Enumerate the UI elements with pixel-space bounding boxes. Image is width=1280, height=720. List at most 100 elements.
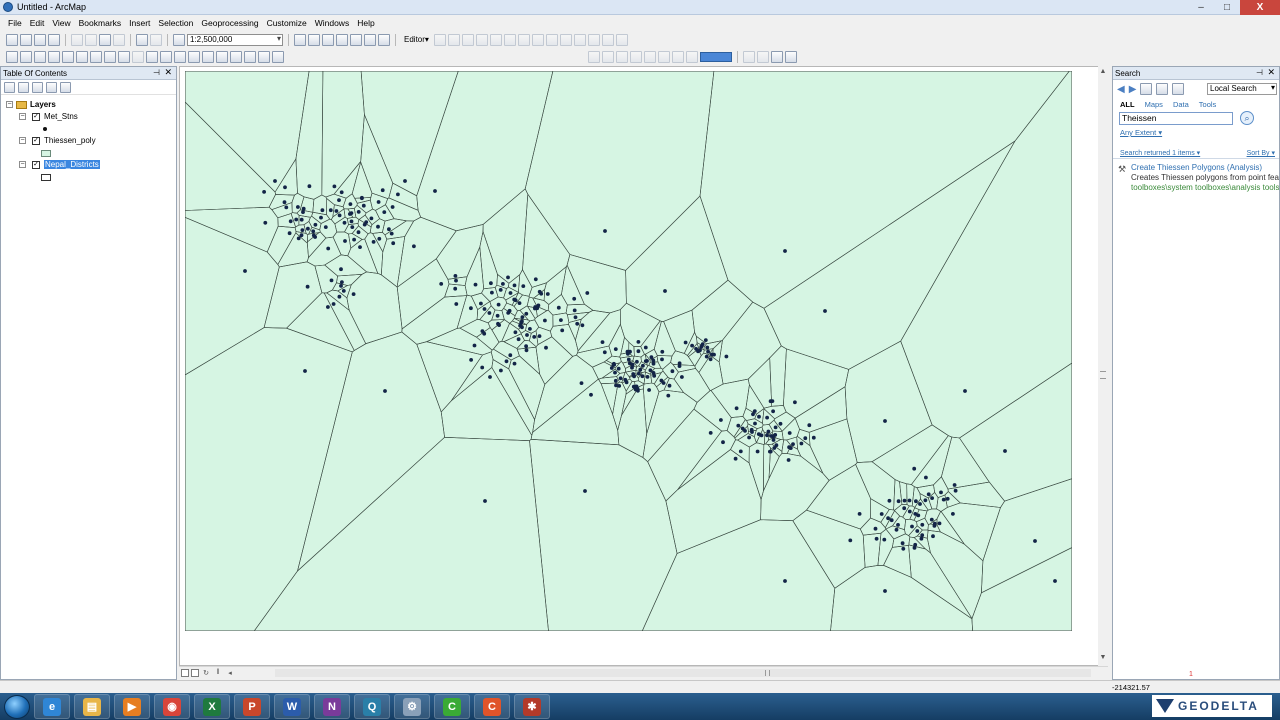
met-station-point[interactable] xyxy=(320,208,325,213)
back-extent-icon[interactable] xyxy=(90,50,102,63)
split-icon[interactable] xyxy=(559,33,572,46)
met-station-point[interactable] xyxy=(337,198,341,202)
met-station-point[interactable] xyxy=(243,269,247,273)
met-station-point[interactable] xyxy=(537,289,542,294)
point-icon[interactable] xyxy=(503,33,516,46)
met-station-point[interactable] xyxy=(952,483,957,487)
met-station-point[interactable] xyxy=(513,298,518,303)
met-station-point[interactable] xyxy=(496,302,501,307)
met-station-point[interactable] xyxy=(323,225,328,230)
met-station-point[interactable] xyxy=(670,369,675,374)
met-station-point[interactable] xyxy=(340,280,344,284)
met-station-point[interactable] xyxy=(643,359,648,363)
expand-collapse-icon[interactable]: − xyxy=(19,161,26,168)
search-input[interactable]: Theissen xyxy=(1119,112,1233,125)
met-station-point[interactable] xyxy=(773,425,778,430)
met-station-point[interactable] xyxy=(524,344,528,349)
met-station-point[interactable] xyxy=(351,292,356,296)
met-station-point[interactable] xyxy=(613,378,618,383)
met-station-point[interactable] xyxy=(305,284,310,289)
layer-visibility-checkbox[interactable]: ✓ xyxy=(32,160,40,169)
met-station-point[interactable] xyxy=(439,282,444,286)
met-station-point[interactable] xyxy=(616,366,621,371)
met-station-point[interactable] xyxy=(753,421,757,426)
met-station-point[interactable] xyxy=(614,383,618,388)
met-station-point[interactable] xyxy=(771,434,776,439)
met-station-point[interactable] xyxy=(930,496,934,500)
met-station-point[interactable] xyxy=(783,249,787,253)
met-station-point[interactable] xyxy=(941,497,946,502)
met-station-point[interactable] xyxy=(544,345,548,350)
expand-collapse-icon[interactable]: − xyxy=(19,137,26,144)
met-station-point[interactable] xyxy=(453,286,458,291)
search-options-icon[interactable] xyxy=(1172,83,1185,95)
met-station-point[interactable] xyxy=(350,225,355,230)
met-station-point[interactable] xyxy=(390,205,395,209)
met-station-point[interactable] xyxy=(747,435,751,440)
met-station-point[interactable] xyxy=(630,362,635,367)
menu-insert[interactable]: Insert xyxy=(125,15,154,31)
met-station-point[interactable] xyxy=(311,229,316,234)
met-station-point[interactable] xyxy=(329,278,334,283)
met-station-point[interactable] xyxy=(332,184,337,189)
met-station-point[interactable] xyxy=(612,361,616,366)
met-station-point[interactable] xyxy=(504,359,509,364)
met-station-point[interactable] xyxy=(482,331,487,336)
met-station-point[interactable] xyxy=(638,367,643,372)
list-by-drawing-order-icon[interactable] xyxy=(4,81,15,93)
point-symbol-icon[interactable] xyxy=(43,127,47,131)
met-station-point[interactable] xyxy=(339,284,343,288)
menu-customize[interactable]: Customize xyxy=(263,15,311,31)
met-station-point[interactable] xyxy=(313,222,318,227)
create-features-icon[interactable] xyxy=(615,33,628,46)
taskbar-word-button[interactable]: W xyxy=(274,694,310,719)
met-station-point[interactable] xyxy=(525,333,529,337)
met-station-point[interactable] xyxy=(651,361,656,366)
delete-icon[interactable] xyxy=(113,33,125,46)
back-arrow-icon[interactable]: ◀ xyxy=(1117,84,1125,95)
met-station-point[interactable] xyxy=(768,449,773,454)
attributes-icon[interactable] xyxy=(587,33,600,46)
time-slider-icon[interactable] xyxy=(258,50,270,63)
met-station-point[interactable] xyxy=(886,516,890,521)
met-station-point[interactable] xyxy=(912,466,917,471)
refresh-icon[interactable]: ↻ xyxy=(201,669,211,677)
met-station-point[interactable] xyxy=(636,371,641,376)
met-station-point[interactable] xyxy=(469,358,473,362)
met-station-point[interactable] xyxy=(694,347,698,351)
met-station-point[interactable] xyxy=(543,318,547,323)
met-station-point[interactable] xyxy=(352,237,356,242)
met-station-point[interactable] xyxy=(811,435,816,440)
met-station-point[interactable] xyxy=(299,217,304,222)
search-close-icon[interactable]: ✕ xyxy=(1267,67,1275,78)
add-data-icon[interactable] xyxy=(173,33,185,46)
met-station-point[interactable] xyxy=(894,527,899,532)
met-station-point[interactable] xyxy=(273,179,277,183)
met-station-point[interactable] xyxy=(708,357,713,362)
end-point-arc-icon[interactable] xyxy=(475,33,488,46)
arctoolbox-icon[interactable] xyxy=(350,33,362,46)
taskbar-powerpoint-button[interactable]: P xyxy=(234,694,270,719)
met-station-point[interactable] xyxy=(339,267,343,272)
met-station-point[interactable] xyxy=(680,375,684,379)
create-viewer-window-icon[interactable] xyxy=(272,50,284,63)
taskbar-arcmap-button[interactable]: ✱ xyxy=(514,694,550,719)
layout-fixed-zoom-in-icon[interactable] xyxy=(658,50,670,63)
cut-icon[interactable] xyxy=(71,33,83,46)
tab-data[interactable]: Data xyxy=(1173,100,1189,109)
met-station-point[interactable] xyxy=(580,323,585,328)
met-station-point[interactable] xyxy=(923,498,928,503)
met-station-point[interactable] xyxy=(771,409,775,414)
met-station-point[interactable] xyxy=(508,291,513,295)
met-station-point[interactable] xyxy=(369,216,374,221)
met-station-point[interactable] xyxy=(1033,539,1037,543)
met-station-point[interactable] xyxy=(303,369,307,373)
met-station-point[interactable] xyxy=(783,579,787,583)
met-station-point[interactable] xyxy=(705,345,710,350)
paste-icon[interactable] xyxy=(99,33,111,46)
met-station-point[interactable] xyxy=(356,210,361,214)
sketch-properties-icon[interactable] xyxy=(601,33,614,46)
scroll-left-icon[interactable]: ◂ xyxy=(225,669,235,677)
layout-pan-icon[interactable] xyxy=(616,50,628,63)
met-station-point[interactable] xyxy=(756,432,761,436)
